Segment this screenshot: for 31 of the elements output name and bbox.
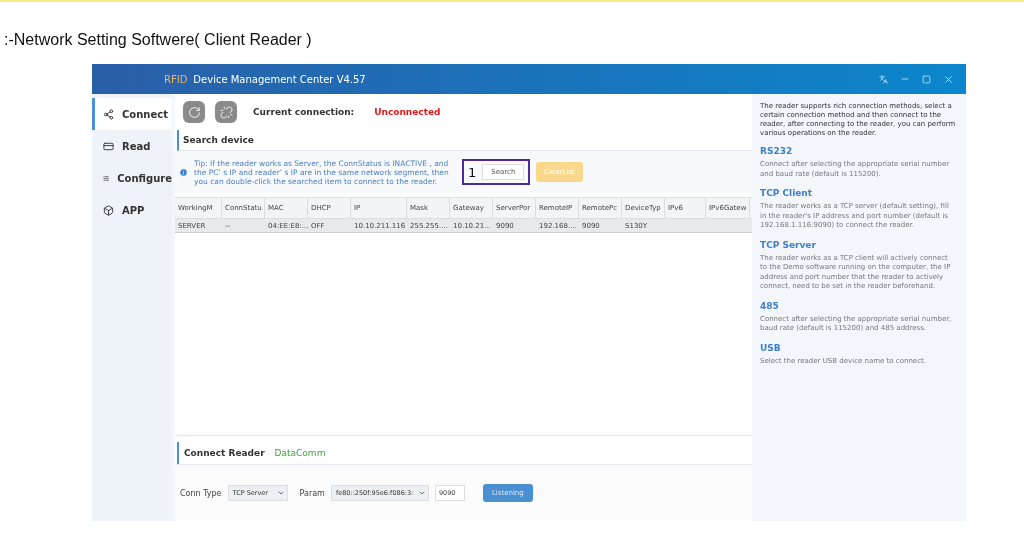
param-label: Param <box>299 488 325 498</box>
sidebar-item[interactable]: Configure <box>92 162 172 194</box>
chevron-icon <box>417 489 426 497</box>
help-heading: TCP Client <box>760 188 814 198</box>
page-title: :-Network Setting Softwere( Client Reader ) <box>4 30 312 50</box>
refresh-icon <box>187 105 201 119</box>
info-icon <box>179 167 188 177</box>
help-heading: USB <box>760 342 782 353</box>
help-heading: 485 <box>760 300 780 311</box>
connection-label: Current connection: <box>253 107 355 117</box>
refresh-button[interactable] <box>183 101 205 123</box>
cube-icon <box>103 204 114 216</box>
network-icon <box>103 108 114 120</box>
window-title: Device Management Center V4.57 <box>193 73 366 85</box>
sidebar-item[interactable]: APP <box>92 194 172 226</box>
chevron-icon <box>276 489 285 497</box>
sidebar-item[interactable]: Read <box>92 130 172 162</box>
section-title: Connect Reader <box>184 448 265 458</box>
close-icon[interactable] <box>943 73 954 85</box>
annotation-number: 1 <box>468 164 477 180</box>
language-icon[interactable] <box>879 74 888 84</box>
unlink-icon <box>219 105 233 119</box>
connection-status: Unconnected <box>374 107 441 117</box>
disconnect-button[interactable] <box>215 101 237 123</box>
help-heading: TCP Server <box>760 239 817 250</box>
card-icon <box>103 140 114 152</box>
sidebar-item[interactable]: Connect <box>92 98 172 130</box>
maximize-icon[interactable] <box>922 74 931 84</box>
brand-label: RFID <box>164 73 188 85</box>
conn-type-label: Conn Type <box>180 488 222 498</box>
help-heading: RS232 <box>760 146 794 156</box>
